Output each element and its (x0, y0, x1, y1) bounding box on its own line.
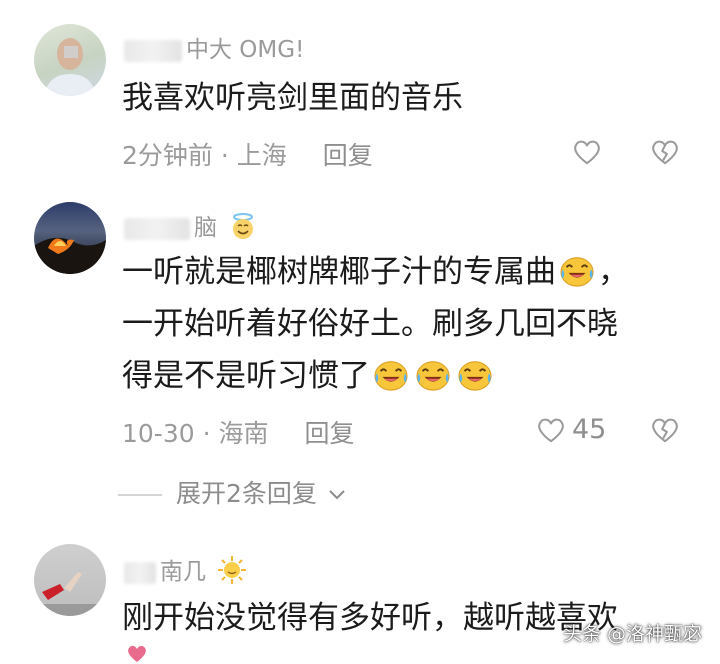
heart-outline-icon[interactable] (536, 416, 566, 444)
comment-text: 我喜欢听亮剑里面的音乐 (122, 72, 463, 124)
sun-icon (218, 556, 247, 584)
username[interactable]: 中大 OMG! (124, 30, 304, 64)
username-text: 南几 (160, 559, 206, 585)
blurred-username-region (124, 39, 182, 62)
username[interactable]: 脑 (124, 208, 258, 242)
reply-button[interactable]: 回复 (304, 419, 354, 448)
heart-emoji (128, 645, 146, 662)
blurred-username-region (124, 217, 190, 240)
like-count: 45 (572, 414, 607, 445)
expand-replies-label: 展开2条回复 (176, 479, 317, 508)
comment-location: 上海 (236, 141, 287, 170)
avatar[interactable] (34, 544, 106, 616)
expand-replies-button[interactable]: 展开2条回复 (118, 474, 347, 510)
comment-meta: 10-30 · 海南 回复 (122, 414, 355, 450)
comment-line: ， (598, 254, 629, 290)
angel-face-icon (233, 213, 254, 239)
comment-text: 一听就是椰树牌椰子汁的专属曲 ， 一开始听着好俗好土。刷多几回不晓 得是不是听习惯… (122, 246, 629, 402)
meta-separator: · (202, 419, 211, 448)
comment-item: 脑 一听就是椰树牌椰子汁的专属曲 ， 一开始听着好俗好土。刷多几回不晓 得是不是听… (0, 190, 720, 520)
comment-item: 中大 OMG! 我喜欢听亮剑里面的音乐 2分钟前 · 上海 回复 (0, 0, 720, 200)
reply-button[interactable]: 回复 (323, 141, 373, 170)
comment-location: 海南 (218, 419, 269, 448)
chevron-down-icon (329, 490, 345, 500)
comment-line: 一听就是椰树牌椰子汁的专属曲 (122, 254, 556, 290)
avatar[interactable] (34, 24, 106, 96)
blurred-username-region (124, 561, 156, 584)
avatar[interactable] (34, 202, 106, 274)
crying-laughing-emoji (456, 358, 494, 392)
comment-line: 得是不是听习惯了 (122, 358, 370, 394)
comment-text: 刚开始没觉得有多好听，越听越喜欢 (122, 592, 618, 644)
comment-meta: 2分钟前 · 上海 回复 (122, 136, 373, 172)
heart-outline-icon[interactable] (572, 138, 602, 166)
comment-line: 我喜欢听亮剑里面的音乐 (122, 80, 463, 116)
watermark: 头条 @洛神甄宓 (562, 623, 702, 645)
crying-laughing-emoji (372, 358, 410, 392)
crying-laughing-emoji (414, 358, 452, 392)
comment-line: 刚开始没觉得有多好听，越听越喜欢 (122, 600, 618, 636)
expand-divider (118, 494, 162, 496)
username-text: 脑 (194, 215, 217, 241)
comment-line: 一开始听着好俗好土。刷多几回不晓 (122, 306, 618, 342)
crying-laughing-emoji (558, 254, 596, 288)
meta-separator: · (220, 141, 229, 170)
comment-time: 2分钟前 (122, 141, 213, 170)
username-text: 中大 OMG! (186, 37, 305, 63)
comment-time: 10-30 (122, 419, 195, 448)
broken-heart-icon[interactable] (650, 138, 680, 166)
broken-heart-icon[interactable] (650, 416, 680, 444)
username[interactable]: 南几 (124, 552, 247, 586)
